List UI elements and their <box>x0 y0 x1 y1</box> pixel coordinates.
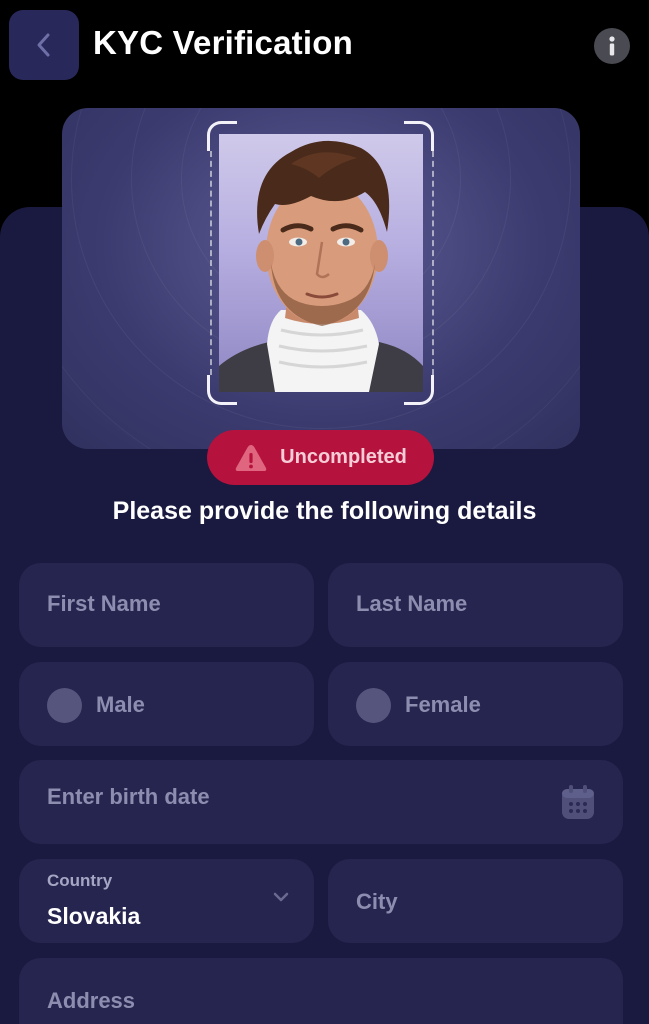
country-value: Slovakia <box>47 903 141 929</box>
scan-frame-corner <box>404 375 434 405</box>
info-icon <box>609 36 615 56</box>
last-name-field[interactable]: Last Name <box>328 563 623 647</box>
male-label: Male <box>96 692 145 717</box>
warning-icon <box>235 444 267 471</box>
gender-female-option[interactable]: Female <box>328 662 623 746</box>
male-radio[interactable] <box>47 688 82 723</box>
scan-frame-dashed-edge <box>432 151 434 375</box>
page-title: KYC Verification <box>93 24 353 61</box>
portrait-photo <box>219 134 423 392</box>
scan-frame-corner <box>207 121 237 151</box>
chevron-left-icon <box>37 33 50 57</box>
scan-frame-dashed-edge <box>210 151 212 375</box>
back-button[interactable] <box>9 10 79 80</box>
birth-date-placeholder: Enter birth date <box>47 784 210 809</box>
chevron-down-icon <box>273 892 289 902</box>
portrait-image <box>219 140 423 392</box>
scan-frame-corner <box>404 121 434 151</box>
country-label: Country <box>47 871 113 890</box>
first-name-field[interactable]: First Name <box>19 563 314 647</box>
city-placeholder: City <box>356 889 398 914</box>
address-field[interactable]: Address <box>19 958 623 1024</box>
city-field[interactable]: City <box>328 859 623 943</box>
address-placeholder: Address <box>47 988 136 1013</box>
status-label: Uncompleted <box>280 446 407 468</box>
calendar-icon[interactable] <box>561 784 595 820</box>
birth-date-field[interactable]: Enter birth date <box>19 760 623 844</box>
gender-male-option[interactable]: Male <box>19 662 314 746</box>
app-header: KYC Verification <box>0 0 649 100</box>
last-name-placeholder: Last Name <box>356 591 468 616</box>
scan-frame-corner <box>207 375 237 405</box>
status-badge: Uncompleted <box>207 430 434 485</box>
first-name-placeholder: First Name <box>47 591 161 616</box>
country-select[interactable]: Country Slovakia <box>19 859 314 943</box>
female-radio[interactable] <box>356 688 391 723</box>
female-label: Female <box>405 692 481 717</box>
info-button[interactable] <box>594 28 630 64</box>
form-prompt: Please provide the following details <box>112 497 537 525</box>
